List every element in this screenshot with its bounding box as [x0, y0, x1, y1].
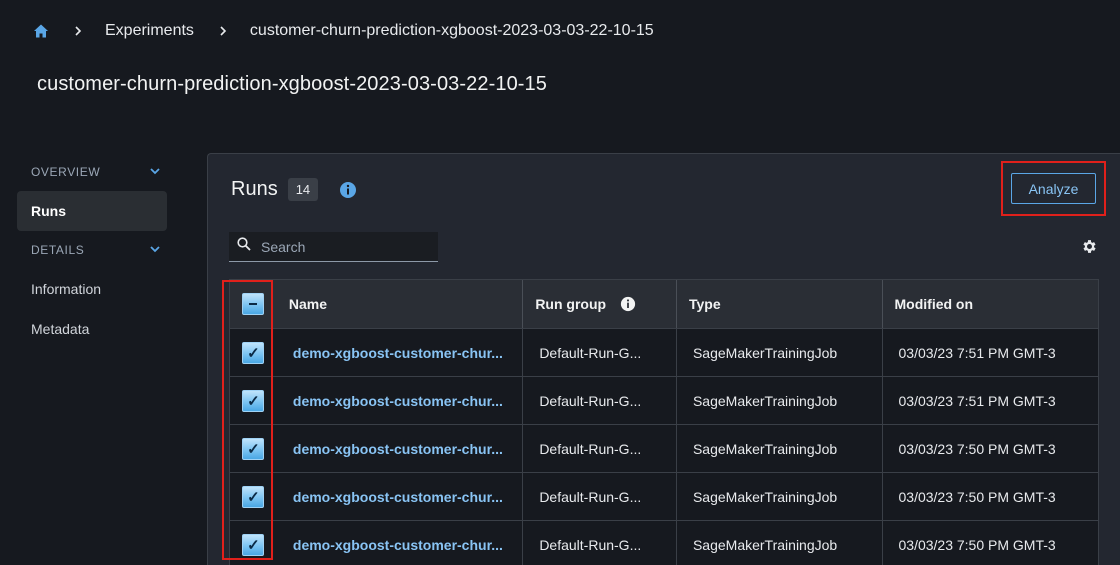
- sidebar-section-label: OVERVIEW: [31, 165, 101, 179]
- breadcrumb-current: customer-churn-prediction-xgboost-2023-0…: [249, 22, 654, 39]
- info-icon[interactable]: [620, 296, 636, 312]
- table-row[interactable]: ✓ demo-xgboost-customer-chur... Default-…: [230, 424, 1098, 472]
- run-name-link[interactable]: demo-xgboost-customer-chur...: [293, 393, 503, 409]
- search-icon: [237, 237, 251, 256]
- breadcrumb: Experiments customer-churn-prediction-xg…: [33, 20, 654, 42]
- table-row[interactable]: ✓ demo-xgboost-customer-chur... Default-…: [230, 472, 1098, 520]
- sidebar-item-label: Information: [31, 281, 102, 297]
- row-checkbox[interactable]: ✓: [242, 389, 265, 412]
- chevron-right-icon: [73, 26, 83, 36]
- gear-icon[interactable]: [1081, 238, 1098, 255]
- sidebar-item-label: Metadata: [31, 321, 90, 337]
- column-header-modified-on[interactable]: Modified on: [883, 280, 1099, 328]
- home-icon[interactable]: [33, 23, 49, 39]
- runs-count-badge: 14: [287, 178, 319, 201]
- page-title: customer-churn-prediction-xgboost-2023-0…: [37, 73, 548, 95]
- run-group-cell: Default-Run-G...: [539, 392, 642, 409]
- modified-cell: 03/03/23 7:51 PM GMT-3: [898, 344, 1056, 361]
- run-name-link[interactable]: demo-xgboost-customer-chur...: [293, 537, 503, 553]
- modified-cell: 03/03/23 7:50 PM GMT-3: [898, 488, 1056, 505]
- run-name-link[interactable]: demo-xgboost-customer-chur...: [293, 489, 503, 505]
- column-header-label: Run group: [535, 296, 607, 312]
- column-header-name[interactable]: Name: [277, 280, 524, 328]
- column-header-run-group[interactable]: Run group: [523, 280, 677, 328]
- table-row[interactable]: ✓ demo-xgboost-customer-chur... Default-…: [230, 376, 1098, 424]
- type-cell: SageMakerTrainingJob: [692, 392, 838, 409]
- analyze-button[interactable]: Analyze: [1011, 173, 1096, 204]
- search-box: [229, 232, 438, 262]
- runs-header: Runs 14: [231, 178, 357, 201]
- modified-cell: 03/03/23 7:50 PM GMT-3: [898, 536, 1056, 553]
- search-input[interactable]: [261, 238, 431, 255]
- table-row[interactable]: ✓ demo-xgboost-customer-chur... Default-…: [230, 520, 1098, 565]
- info-icon[interactable]: [339, 181, 357, 199]
- type-cell: SageMakerTrainingJob: [692, 536, 838, 553]
- sidebar-item-metadata[interactable]: Metadata: [17, 309, 167, 349]
- modified-cell: 03/03/23 7:50 PM GMT-3: [898, 440, 1056, 457]
- chevron-down-icon: [149, 243, 161, 258]
- run-group-cell: Default-Run-G...: [539, 536, 642, 553]
- type-cell: SageMakerTrainingJob: [692, 488, 838, 505]
- row-checkbox[interactable]: ✓: [242, 437, 265, 460]
- table-header: Name Run group Type Modified on: [230, 280, 1098, 328]
- breadcrumb-experiments-link[interactable]: Experiments: [105, 22, 194, 40]
- modified-cell: 03/03/23 7:51 PM GMT-3: [898, 392, 1056, 409]
- sidebar-section-details[interactable]: DETAILS: [17, 231, 167, 269]
- sidebar-item-runs[interactable]: Runs: [17, 191, 167, 231]
- sidebar-item-label: Runs: [31, 203, 66, 219]
- table-row[interactable]: ✓ demo-xgboost-customer-chur... Default-…: [230, 328, 1098, 376]
- sidebar-item-information[interactable]: Information: [17, 269, 167, 309]
- chevron-right-icon: [218, 26, 228, 36]
- column-header-type[interactable]: Type: [677, 280, 883, 328]
- runs-panel: Runs 14 Analyze Name Run group Type Mod: [207, 153, 1120, 565]
- run-name-link[interactable]: demo-xgboost-customer-chur...: [293, 441, 503, 457]
- type-cell: SageMakerTrainingJob: [692, 344, 838, 361]
- run-group-cell: Default-Run-G...: [539, 344, 642, 361]
- sidebar-section-overview[interactable]: OVERVIEW: [17, 153, 167, 191]
- row-checkbox[interactable]: ✓: [242, 485, 265, 508]
- row-checkbox[interactable]: ✓: [242, 533, 265, 556]
- type-cell: SageMakerTrainingJob: [692, 440, 838, 457]
- select-all-checkbox[interactable]: [242, 293, 265, 315]
- sidebar: OVERVIEW Runs DETAILS Information Metada…: [17, 153, 167, 349]
- row-checkbox[interactable]: ✓: [242, 341, 265, 364]
- analyze-highlight: Analyze: [1001, 161, 1106, 216]
- sidebar-section-label: DETAILS: [31, 243, 85, 257]
- chevron-down-icon: [149, 165, 161, 180]
- run-name-link[interactable]: demo-xgboost-customer-chur...: [293, 345, 503, 361]
- runs-title: Runs: [231, 178, 278, 200]
- run-group-cell: Default-Run-G...: [539, 440, 642, 457]
- run-group-cell: Default-Run-G...: [539, 488, 642, 505]
- runs-table: Name Run group Type Modified on ✓ demo-x…: [229, 279, 1099, 565]
